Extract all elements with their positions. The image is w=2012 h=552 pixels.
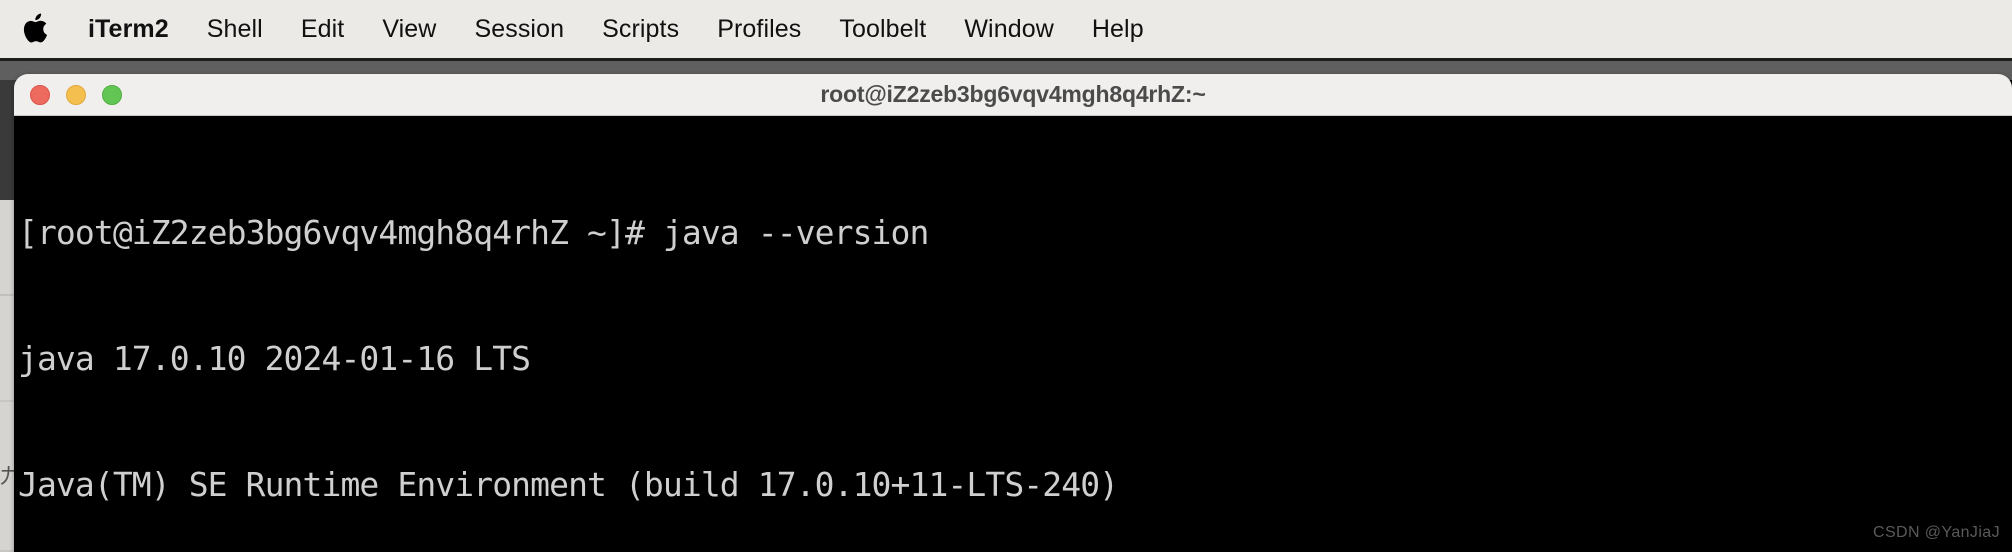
iterm2-window: root@iZ2zeb3bg6vqv4mgh8q4rhZ:~ [root@iZ2… — [14, 74, 2012, 552]
macos-menu-bar: iTerm2 Shell Edit View Session Scripts P… — [0, 0, 2012, 58]
menu-item-toolbelt[interactable]: Toolbelt — [820, 16, 945, 42]
terminal-line: Java(TM) SE Runtime Environment (build 1… — [18, 465, 1119, 504]
terminal-output: [root@iZ2zeb3bg6vqv4mgh8q4rhZ ~]# java -… — [18, 128, 2012, 552]
watermark-text: CSDN @YanJiaJ — [1873, 524, 2000, 541]
terminal-line: java 17.0.10 2024-01-16 LTS — [18, 339, 531, 378]
menu-item-window[interactable]: Window — [945, 16, 1073, 42]
menu-item-scripts[interactable]: Scripts — [583, 16, 698, 42]
maximize-button[interactable] — [102, 84, 122, 105]
window-title: root@iZ2zeb3bg6vqv4mgh8q4rhZ:~ — [820, 81, 1206, 107]
menu-item-view[interactable]: View — [363, 16, 455, 42]
close-button[interactable] — [30, 84, 50, 105]
menu-item-session[interactable]: Session — [455, 16, 583, 42]
menu-item-help[interactable]: Help — [1073, 16, 1163, 42]
menu-item-profiles[interactable]: Profiles — [698, 16, 820, 42]
menu-item-edit[interactable]: Edit — [282, 16, 363, 42]
minimize-button[interactable] — [66, 84, 86, 105]
apple-logo-icon[interactable] — [18, 9, 52, 49]
traffic-light-controls — [30, 84, 122, 105]
terminal-body[interactable]: [root@iZ2zeb3bg6vqv4mgh8q4rhZ ~]# java -… — [14, 116, 2012, 552]
window-titlebar[interactable]: root@iZ2zeb3bg6vqv4mgh8q4rhZ:~ — [14, 74, 2012, 116]
menu-item-iterm2[interactable]: iTerm2 — [82, 16, 188, 42]
menu-item-shell[interactable]: Shell — [188, 16, 282, 42]
terminal-line: [root@iZ2zeb3bg6vqv4mgh8q4rhZ ~]# java -… — [18, 213, 929, 252]
